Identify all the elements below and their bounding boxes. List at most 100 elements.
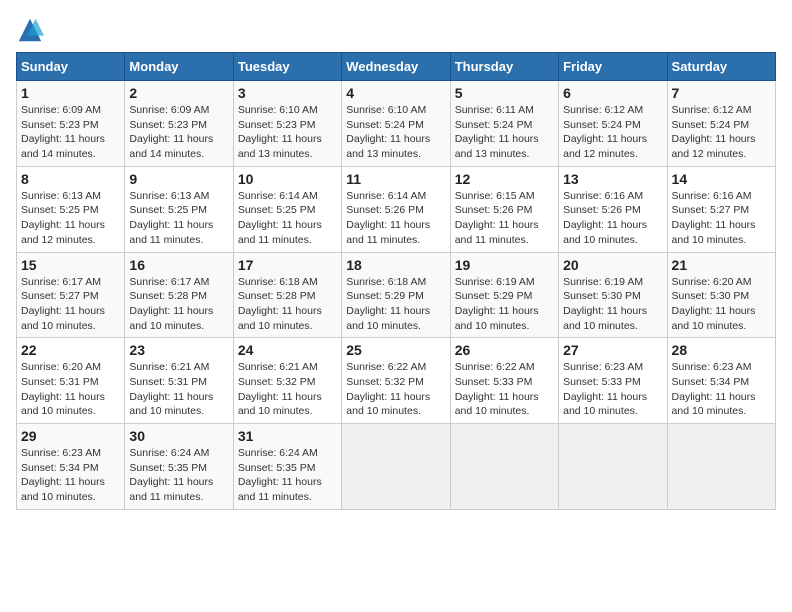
day-info: Sunrise: 6:13 AM Sunset: 5:25 PM Dayligh… <box>129 189 228 248</box>
day-info: Sunrise: 6:10 AM Sunset: 5:24 PM Dayligh… <box>346 103 445 162</box>
calendar-cell: 24 Sunrise: 6:21 AM Sunset: 5:32 PM Dayl… <box>233 338 341 424</box>
calendar-cell: 26 Sunrise: 6:22 AM Sunset: 5:33 PM Dayl… <box>450 338 558 424</box>
day-info: Sunrise: 6:16 AM Sunset: 5:27 PM Dayligh… <box>672 189 771 248</box>
calendar-header-monday: Monday <box>125 53 233 81</box>
day-number: 17 <box>238 257 337 273</box>
calendar-cell: 21 Sunrise: 6:20 AM Sunset: 5:30 PM Dayl… <box>667 252 775 338</box>
calendar-cell <box>342 424 450 510</box>
day-info: Sunrise: 6:22 AM Sunset: 5:33 PM Dayligh… <box>455 360 554 419</box>
day-number: 28 <box>672 342 771 358</box>
day-info: Sunrise: 6:12 AM Sunset: 5:24 PM Dayligh… <box>672 103 771 162</box>
day-number: 18 <box>346 257 445 273</box>
calendar-week-row: 22 Sunrise: 6:20 AM Sunset: 5:31 PM Dayl… <box>17 338 776 424</box>
calendar-cell <box>559 424 667 510</box>
calendar-cell: 5 Sunrise: 6:11 AM Sunset: 5:24 PM Dayli… <box>450 81 558 167</box>
day-number: 11 <box>346 171 445 187</box>
day-info: Sunrise: 6:23 AM Sunset: 5:34 PM Dayligh… <box>21 446 120 505</box>
day-number: 29 <box>21 428 120 444</box>
day-info: Sunrise: 6:09 AM Sunset: 5:23 PM Dayligh… <box>129 103 228 162</box>
calendar-cell: 13 Sunrise: 6:16 AM Sunset: 5:26 PM Dayl… <box>559 166 667 252</box>
calendar-cell: 25 Sunrise: 6:22 AM Sunset: 5:32 PM Dayl… <box>342 338 450 424</box>
day-number: 9 <box>129 171 228 187</box>
calendar-cell: 14 Sunrise: 6:16 AM Sunset: 5:27 PM Dayl… <box>667 166 775 252</box>
day-info: Sunrise: 6:09 AM Sunset: 5:23 PM Dayligh… <box>21 103 120 162</box>
day-number: 6 <box>563 85 662 101</box>
day-number: 27 <box>563 342 662 358</box>
calendar-week-row: 8 Sunrise: 6:13 AM Sunset: 5:25 PM Dayli… <box>17 166 776 252</box>
day-info: Sunrise: 6:13 AM Sunset: 5:25 PM Dayligh… <box>21 189 120 248</box>
day-info: Sunrise: 6:20 AM Sunset: 5:31 PM Dayligh… <box>21 360 120 419</box>
day-info: Sunrise: 6:11 AM Sunset: 5:24 PM Dayligh… <box>455 103 554 162</box>
day-number: 13 <box>563 171 662 187</box>
calendar-cell: 20 Sunrise: 6:19 AM Sunset: 5:30 PM Dayl… <box>559 252 667 338</box>
calendar-week-row: 15 Sunrise: 6:17 AM Sunset: 5:27 PM Dayl… <box>17 252 776 338</box>
calendar-cell <box>450 424 558 510</box>
calendar-header-sunday: Sunday <box>17 53 125 81</box>
calendar-cell: 7 Sunrise: 6:12 AM Sunset: 5:24 PM Dayli… <box>667 81 775 167</box>
calendar-header-friday: Friday <box>559 53 667 81</box>
calendar-cell: 30 Sunrise: 6:24 AM Sunset: 5:35 PM Dayl… <box>125 424 233 510</box>
calendar-header-wednesday: Wednesday <box>342 53 450 81</box>
day-info: Sunrise: 6:21 AM Sunset: 5:32 PM Dayligh… <box>238 360 337 419</box>
calendar-cell: 3 Sunrise: 6:10 AM Sunset: 5:23 PM Dayli… <box>233 81 341 167</box>
logo-icon <box>16 16 44 44</box>
day-info: Sunrise: 6:16 AM Sunset: 5:26 PM Dayligh… <box>563 189 662 248</box>
day-info: Sunrise: 6:19 AM Sunset: 5:30 PM Dayligh… <box>563 275 662 334</box>
calendar-cell <box>667 424 775 510</box>
calendar-cell: 31 Sunrise: 6:24 AM Sunset: 5:35 PM Dayl… <box>233 424 341 510</box>
calendar-cell: 6 Sunrise: 6:12 AM Sunset: 5:24 PM Dayli… <box>559 81 667 167</box>
logo <box>16 16 48 44</box>
day-number: 20 <box>563 257 662 273</box>
day-number: 4 <box>346 85 445 101</box>
calendar-cell: 22 Sunrise: 6:20 AM Sunset: 5:31 PM Dayl… <box>17 338 125 424</box>
calendar-cell: 16 Sunrise: 6:17 AM Sunset: 5:28 PM Dayl… <box>125 252 233 338</box>
calendar-cell: 1 Sunrise: 6:09 AM Sunset: 5:23 PM Dayli… <box>17 81 125 167</box>
day-number: 10 <box>238 171 337 187</box>
day-info: Sunrise: 6:18 AM Sunset: 5:28 PM Dayligh… <box>238 275 337 334</box>
calendar-cell: 4 Sunrise: 6:10 AM Sunset: 5:24 PM Dayli… <box>342 81 450 167</box>
calendar-cell: 2 Sunrise: 6:09 AM Sunset: 5:23 PM Dayli… <box>125 81 233 167</box>
calendar-cell: 8 Sunrise: 6:13 AM Sunset: 5:25 PM Dayli… <box>17 166 125 252</box>
calendar-table: SundayMondayTuesdayWednesdayThursdayFrid… <box>16 52 776 510</box>
day-info: Sunrise: 6:24 AM Sunset: 5:35 PM Dayligh… <box>129 446 228 505</box>
day-info: Sunrise: 6:21 AM Sunset: 5:31 PM Dayligh… <box>129 360 228 419</box>
day-info: Sunrise: 6:15 AM Sunset: 5:26 PM Dayligh… <box>455 189 554 248</box>
day-number: 16 <box>129 257 228 273</box>
calendar-cell: 10 Sunrise: 6:14 AM Sunset: 5:25 PM Dayl… <box>233 166 341 252</box>
calendar-cell: 28 Sunrise: 6:23 AM Sunset: 5:34 PM Dayl… <box>667 338 775 424</box>
calendar-cell: 29 Sunrise: 6:23 AM Sunset: 5:34 PM Dayl… <box>17 424 125 510</box>
day-number: 2 <box>129 85 228 101</box>
calendar-cell: 19 Sunrise: 6:19 AM Sunset: 5:29 PM Dayl… <box>450 252 558 338</box>
day-number: 8 <box>21 171 120 187</box>
calendar-cell: 12 Sunrise: 6:15 AM Sunset: 5:26 PM Dayl… <box>450 166 558 252</box>
day-info: Sunrise: 6:22 AM Sunset: 5:32 PM Dayligh… <box>346 360 445 419</box>
calendar-cell: 15 Sunrise: 6:17 AM Sunset: 5:27 PM Dayl… <box>17 252 125 338</box>
calendar-week-row: 1 Sunrise: 6:09 AM Sunset: 5:23 PM Dayli… <box>17 81 776 167</box>
day-info: Sunrise: 6:14 AM Sunset: 5:26 PM Dayligh… <box>346 189 445 248</box>
calendar-cell: 17 Sunrise: 6:18 AM Sunset: 5:28 PM Dayl… <box>233 252 341 338</box>
calendar-header-thursday: Thursday <box>450 53 558 81</box>
day-number: 30 <box>129 428 228 444</box>
day-number: 3 <box>238 85 337 101</box>
calendar-cell: 27 Sunrise: 6:23 AM Sunset: 5:33 PM Dayl… <box>559 338 667 424</box>
day-info: Sunrise: 6:18 AM Sunset: 5:29 PM Dayligh… <box>346 275 445 334</box>
day-number: 31 <box>238 428 337 444</box>
day-info: Sunrise: 6:14 AM Sunset: 5:25 PM Dayligh… <box>238 189 337 248</box>
calendar-cell: 18 Sunrise: 6:18 AM Sunset: 5:29 PM Dayl… <box>342 252 450 338</box>
calendar-body: 1 Sunrise: 6:09 AM Sunset: 5:23 PM Dayli… <box>17 81 776 510</box>
calendar-header-saturday: Saturday <box>667 53 775 81</box>
page-header <box>16 16 776 44</box>
calendar-cell: 11 Sunrise: 6:14 AM Sunset: 5:26 PM Dayl… <box>342 166 450 252</box>
day-number: 25 <box>346 342 445 358</box>
day-info: Sunrise: 6:24 AM Sunset: 5:35 PM Dayligh… <box>238 446 337 505</box>
day-number: 26 <box>455 342 554 358</box>
day-number: 22 <box>21 342 120 358</box>
day-info: Sunrise: 6:12 AM Sunset: 5:24 PM Dayligh… <box>563 103 662 162</box>
day-number: 15 <box>21 257 120 273</box>
calendar-header-tuesday: Tuesday <box>233 53 341 81</box>
calendar-cell: 23 Sunrise: 6:21 AM Sunset: 5:31 PM Dayl… <box>125 338 233 424</box>
day-info: Sunrise: 6:20 AM Sunset: 5:30 PM Dayligh… <box>672 275 771 334</box>
day-info: Sunrise: 6:23 AM Sunset: 5:33 PM Dayligh… <box>563 360 662 419</box>
calendar-week-row: 29 Sunrise: 6:23 AM Sunset: 5:34 PM Dayl… <box>17 424 776 510</box>
day-number: 5 <box>455 85 554 101</box>
